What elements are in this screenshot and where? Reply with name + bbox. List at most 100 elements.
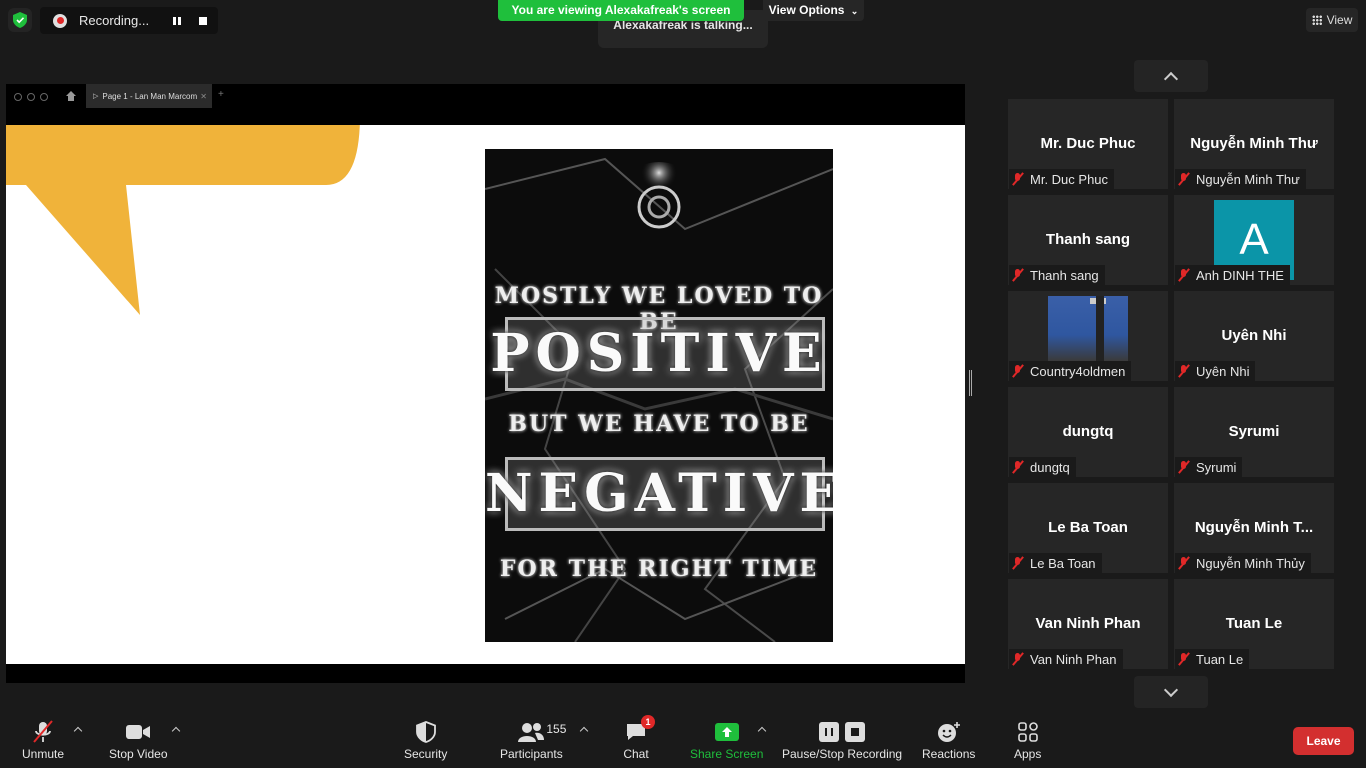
video-tile[interactable]: Syrumi Syrumi [1174, 387, 1334, 477]
apps-label: Apps [1014, 747, 1042, 761]
share-screen-label: Share Screen [690, 747, 764, 761]
muted-mic-icon [1178, 172, 1190, 186]
reactions-label: Reactions [922, 747, 976, 761]
view-button-label: View [1326, 13, 1353, 27]
reactions-button[interactable]: Reactions [922, 720, 975, 761]
participant-label: Mr. Duc Phuc [1009, 169, 1115, 189]
pause-stop-recording-button[interactable]: Pause/Stop Recording [782, 720, 902, 761]
gallery-page-up-button[interactable] [1134, 60, 1208, 92]
participant-label: Uyên Nhi [1175, 361, 1256, 381]
video-tile[interactable]: Tuan Le Tuan Le [1174, 579, 1334, 669]
smiley-plus-icon [936, 720, 962, 744]
security-button[interactable]: Security [404, 720, 447, 761]
shared-screen: ▷ Page 1 - Lan Man Marcom ✕ + MOSTLY WE … [6, 84, 965, 683]
unmute-button[interactable]: Unmute [22, 720, 64, 761]
video-tile[interactable]: Uyên Nhi Uyên Nhi [1174, 291, 1334, 381]
leave-button[interactable]: Leave [1293, 727, 1354, 755]
muted-mic-icon [1178, 652, 1190, 666]
shared-app-tab-title: Page 1 - Lan Man Marcom [102, 91, 198, 101]
shared-app-tab: ▷ Page 1 - Lan Man Marcom ✕ [86, 84, 212, 108]
participant-name: dungtq [1062, 423, 1114, 440]
participants-options-caret[interactable] [579, 726, 589, 736]
stop-video-label: Stop Video [109, 747, 168, 761]
view-button[interactable]: View [1306, 8, 1358, 32]
video-tile[interactable]: Nguyễn Minh T... Nguyễn Minh Thủy [1174, 483, 1334, 573]
muted-mic-icon [1012, 460, 1024, 474]
close-icon: ✕ [200, 91, 207, 101]
participant-label: Tuan Le [1175, 649, 1250, 669]
unmute-label: Unmute [22, 747, 65, 761]
chevron-down-icon: ⌄ [850, 6, 859, 16]
gallery-page-down-button[interactable] [1134, 676, 1208, 708]
participant-label: Thanh sang [1009, 265, 1105, 285]
unread-badge: 1 [641, 715, 655, 729]
participant-label-text: Country4oldmen [1030, 363, 1126, 379]
muted-mic-icon [1178, 268, 1190, 282]
participant-count: 155 [546, 722, 567, 736]
view-options-button[interactable]: View Options ⌄ [763, 0, 864, 21]
muted-mic-icon [1012, 364, 1024, 378]
participant-name: Nguyễn Minh Thư [1190, 135, 1318, 152]
muted-mic-icon [1012, 556, 1024, 570]
recording-label: Recording... [79, 13, 150, 28]
participant-label: Syrumi [1175, 457, 1243, 477]
apps-button[interactable]: Apps [1014, 720, 1041, 761]
participant-video-feed [1048, 296, 1128, 361]
shield-icon [413, 720, 439, 744]
apps-icon [1015, 720, 1041, 744]
video-tile[interactable]: Van Ninh Phan Van Ninh Phan [1008, 579, 1168, 669]
participant-label-text: Anh DINH THE [1196, 267, 1284, 283]
muted-mic-icon [1178, 556, 1190, 570]
participant-name: Van Ninh Phan [1035, 615, 1141, 632]
video-tile[interactable]: Country4oldmen [1008, 291, 1168, 381]
recording-label: Pause/Stop Recording [782, 747, 903, 761]
muted-mic-icon [1178, 460, 1190, 474]
video-options-caret[interactable] [171, 726, 181, 736]
share-screen-button[interactable]: Share Screen [690, 720, 763, 761]
recording-indicator: Recording... [40, 7, 218, 34]
chat-bubble-icon: 1 [623, 715, 655, 744]
poster-line-2: POSITIVE [490, 323, 828, 384]
zoom-meeting-window: Recording... Alexakafreak is talking... … [0, 0, 1366, 768]
play-icon: ▷ [93, 93, 99, 100]
recording-controls-icon [817, 720, 867, 744]
stop-icon [199, 16, 207, 25]
security-label: Security [404, 747, 448, 761]
poster-line-5: FOR THE RIGHT TIME [499, 556, 819, 582]
participant-label-text: Tuan Le [1196, 651, 1244, 667]
participants-icon: 155 [518, 720, 566, 744]
chat-button[interactable]: 1 Chat [623, 715, 655, 761]
participant-name: Le Ba Toan [1048, 519, 1128, 536]
poster-line-3: BUT WE HAVE TO BE [508, 411, 810, 437]
stop-recording-button[interactable] [191, 9, 215, 33]
video-tile[interactable]: Nguyễn Minh Thư Nguyễn Minh Thư [1174, 99, 1334, 189]
audio-options-caret[interactable] [73, 726, 83, 736]
video-tile[interactable]: Le Ba Toan Le Ba Toan [1008, 483, 1168, 573]
security-shield-icon[interactable] [8, 8, 32, 32]
participant-label-text: dungtq [1030, 459, 1070, 475]
participant-label-text: Thanh sang [1030, 267, 1099, 283]
video-tile[interactable]: Thanh sang Thanh sang [1008, 195, 1168, 285]
video-tile[interactable]: A Anh DINH THE [1174, 195, 1334, 285]
participants-label: Participants [500, 747, 563, 761]
video-tile[interactable]: dungtq dungtq [1008, 387, 1168, 477]
chevron-up-icon [1163, 71, 1179, 86]
muted-mic-icon [1012, 172, 1024, 186]
pause-recording-button[interactable] [165, 9, 189, 33]
shared-app-tab-bar: ▷ Page 1 - Lan Man Marcom ✕ + [6, 84, 965, 125]
participant-label-text: Syrumi [1196, 459, 1237, 475]
participant-label: Le Ba Toan [1009, 553, 1102, 573]
participant-label-text: Nguyễn Minh Thủy [1196, 555, 1305, 571]
stop-icon [845, 722, 866, 742]
participant-label: Nguyễn Minh Thư [1175, 169, 1306, 189]
participant-name: Tuan Le [1225, 615, 1283, 632]
view-options-label: View Options [768, 3, 845, 17]
participant-label: Country4oldmen [1009, 361, 1132, 381]
panel-resize-handle[interactable] [969, 370, 972, 396]
participant-name: Syrumi [1228, 423, 1280, 440]
participants-button[interactable]: 155 Participants [500, 720, 566, 761]
video-tile[interactable]: Mr. Duc Phuc Mr. Duc Phuc [1008, 99, 1168, 189]
home-icon [66, 91, 76, 101]
presentation-slide: MOSTLY WE LOVED TO BE POSITIVE BUT WE HA… [6, 125, 965, 664]
stop-video-button[interactable]: Stop Video [109, 720, 168, 761]
